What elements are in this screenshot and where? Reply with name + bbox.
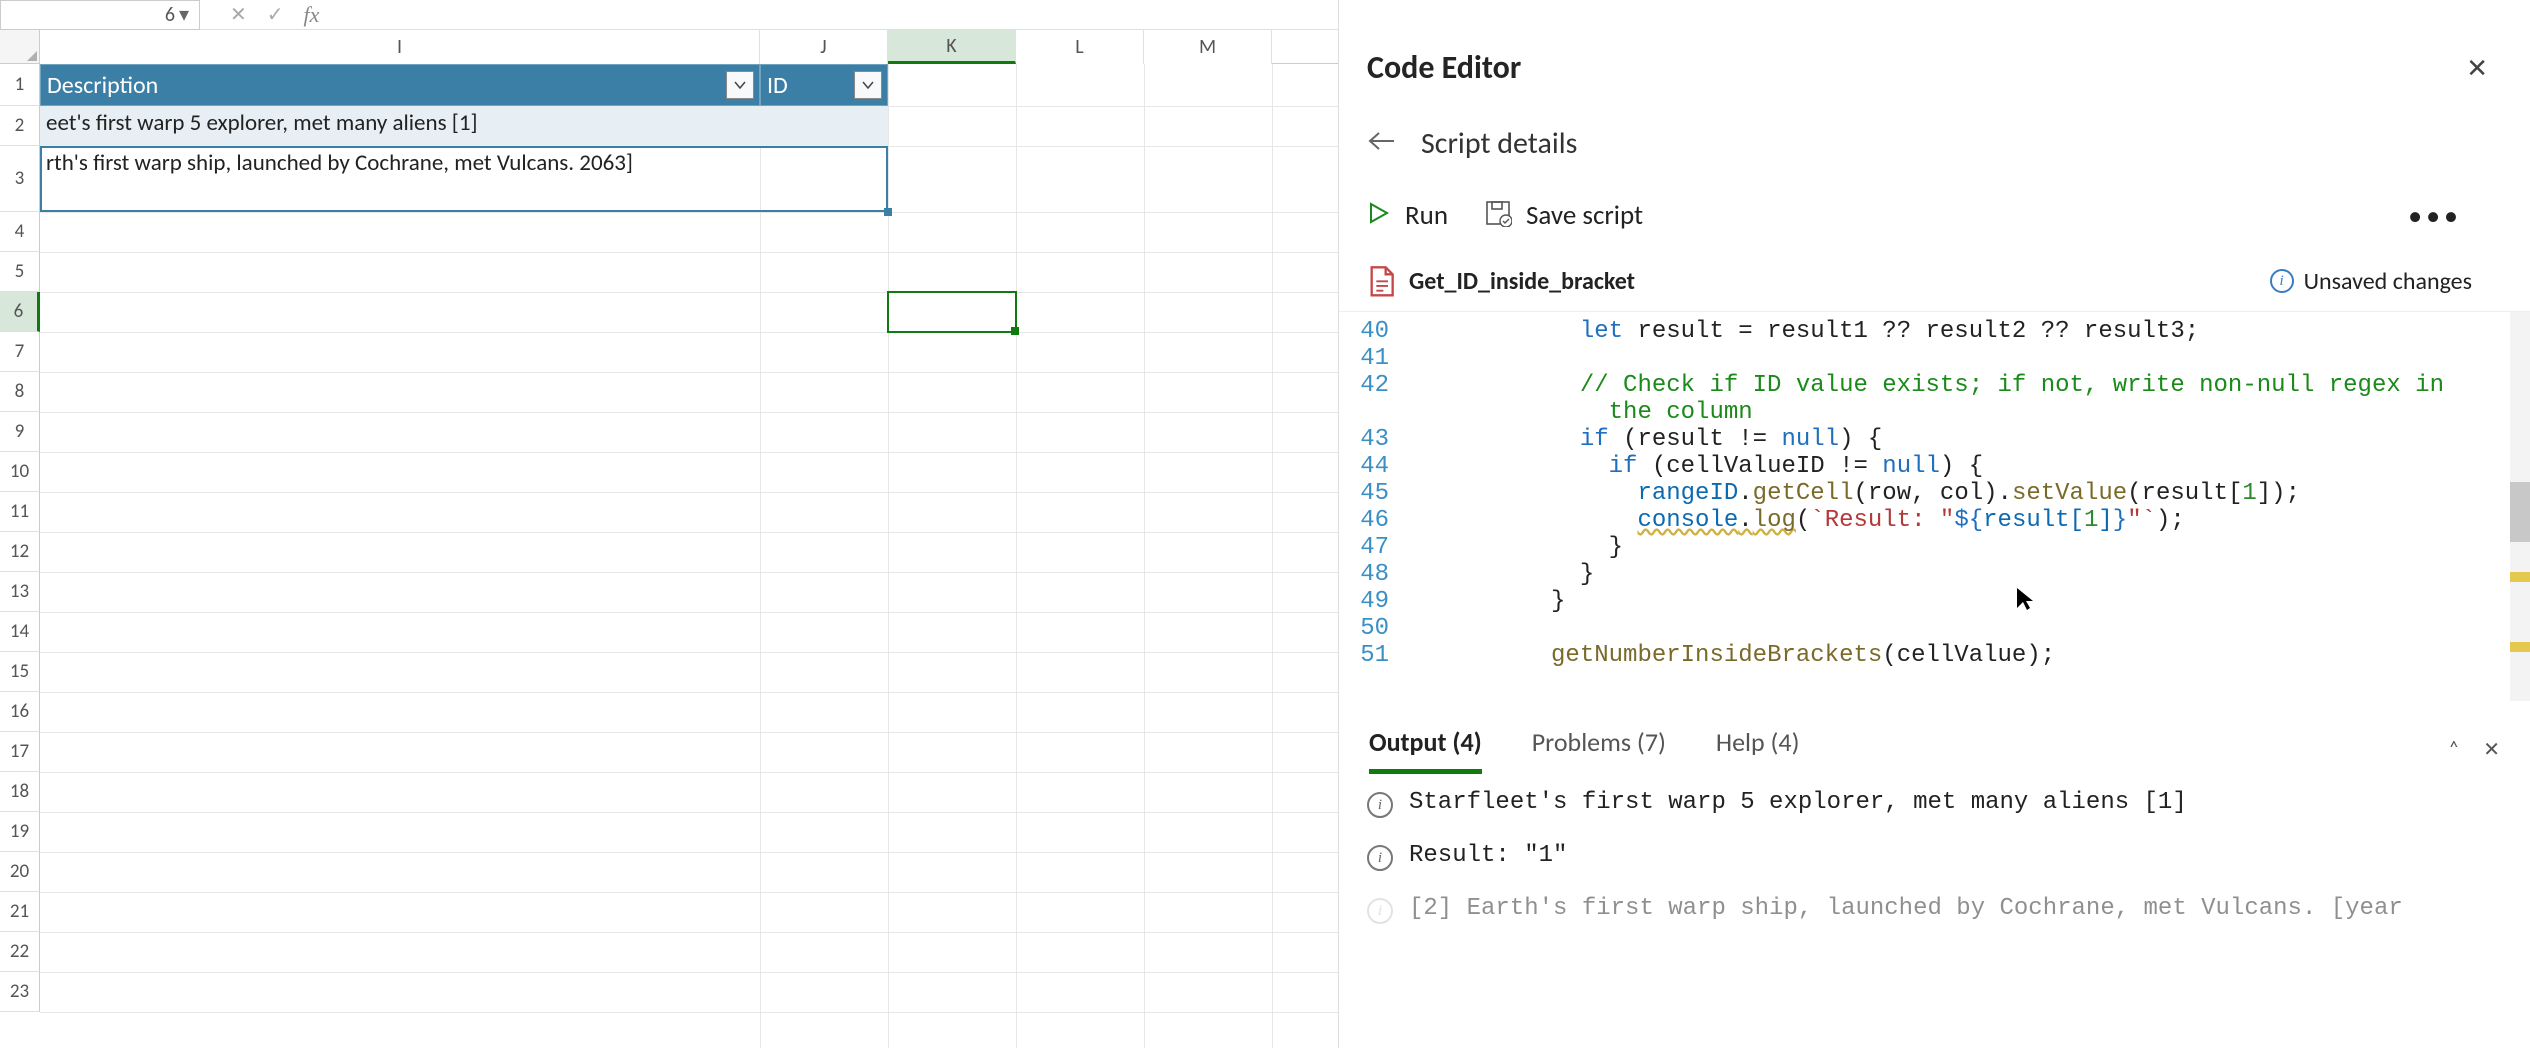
code-editor-body[interactable]: 40 let result = result1 ?? result2 ?? re… bbox=[1339, 311, 2530, 701]
row-header-14[interactable]: 14 bbox=[0, 612, 40, 652]
save-icon bbox=[1484, 199, 1512, 232]
active-cell[interactable] bbox=[887, 291, 1017, 333]
fx-icon[interactable]: fx bbox=[304, 2, 320, 28]
output-body: i Starfleet's first warp 5 explorer, met… bbox=[1339, 771, 2530, 966]
run-button[interactable]: Run bbox=[1367, 199, 1448, 232]
row-header-19[interactable]: 19 bbox=[0, 812, 40, 852]
fill-handle[interactable] bbox=[1011, 327, 1019, 335]
row-3-fill-handle[interactable] bbox=[884, 208, 892, 216]
row-header-15[interactable]: 15 bbox=[0, 652, 40, 692]
tab-problems[interactable]: Problems (7) bbox=[1532, 726, 1666, 772]
close-icon[interactable]: ✕ bbox=[2466, 52, 2488, 84]
info-icon: i bbox=[1367, 792, 1393, 818]
row-headers: 1234567891011121314151617181920212223 bbox=[0, 64, 40, 1048]
cell-description-row2-text: eet's first warp 5 explorer, met many al… bbox=[46, 109, 478, 138]
column-header-description[interactable]: Description bbox=[40, 64, 760, 106]
name-box-value: 6 bbox=[165, 3, 175, 27]
description-filter-dropdown[interactable] bbox=[726, 71, 754, 99]
row-header-6[interactable]: 6 bbox=[0, 292, 40, 332]
row-3-selection-box bbox=[40, 146, 888, 212]
cells-area[interactable]: Description ID eet's first warp 5 explor… bbox=[40, 64, 1338, 1048]
column-header-K[interactable]: K bbox=[888, 30, 1016, 64]
confirm-icon[interactable]: ✓ bbox=[267, 2, 284, 27]
info-icon: i bbox=[2270, 269, 2294, 293]
save-script-button[interactable]: Save script bbox=[1484, 199, 1643, 232]
id-filter-dropdown[interactable] bbox=[854, 71, 882, 99]
output-line: i Result: "1" bbox=[1367, 842, 2502, 871]
row-header-10[interactable]: 10 bbox=[0, 452, 40, 492]
column-headers: IJKLM bbox=[40, 30, 1338, 64]
panel-title: Code Editor bbox=[1367, 48, 1521, 87]
info-icon: i bbox=[1367, 898, 1393, 924]
collapse-output-icon[interactable]: ˄ bbox=[2449, 737, 2460, 762]
row-header-18[interactable]: 18 bbox=[0, 772, 40, 812]
output-text: Result: "1" bbox=[1409, 842, 2502, 869]
info-icon: i bbox=[1367, 845, 1393, 871]
row-header-16[interactable]: 16 bbox=[0, 692, 40, 732]
row-header-20[interactable]: 20 bbox=[0, 852, 40, 892]
cancel-icon[interactable]: ✕ bbox=[230, 2, 247, 27]
play-icon bbox=[1367, 202, 1389, 229]
column-header-I[interactable]: I bbox=[40, 30, 760, 64]
row-header-11[interactable]: 11 bbox=[0, 492, 40, 532]
spreadsheet-grid: IJKLM 1234567891011121314151617181920212… bbox=[0, 30, 1338, 1048]
row-header-8[interactable]: 8 bbox=[0, 372, 40, 412]
close-output-icon[interactable]: ✕ bbox=[2483, 737, 2500, 762]
row-header-17[interactable]: 17 bbox=[0, 732, 40, 772]
column-header-description-label: Description bbox=[47, 71, 158, 100]
name-box[interactable]: 6 ▾ bbox=[0, 0, 200, 30]
row-header-2[interactable]: 2 bbox=[0, 106, 40, 146]
output-line: i [2] Earth's first warp ship, launched … bbox=[1367, 895, 2502, 924]
column-header-M[interactable]: M bbox=[1144, 30, 1272, 64]
tab-help[interactable]: Help (4) bbox=[1716, 726, 1800, 772]
unsaved-changes-label: Unsaved changes bbox=[2304, 267, 2472, 296]
row-header-5[interactable]: 5 bbox=[0, 252, 40, 292]
select-all-cell[interactable] bbox=[0, 30, 40, 64]
tab-output[interactable]: Output (4) bbox=[1369, 726, 1482, 772]
more-options-icon[interactable]: ••• bbox=[2408, 198, 2502, 233]
output-text: [2] Earth's first warp ship, launched by… bbox=[1409, 895, 2502, 922]
save-label: Save script bbox=[1526, 199, 1643, 232]
script-details-title: Script details bbox=[1421, 125, 1577, 162]
scrollbar-marker bbox=[2510, 572, 2530, 582]
row-header-22[interactable]: 22 bbox=[0, 932, 40, 972]
code-scrollbar[interactable] bbox=[2510, 312, 2530, 701]
column-header-L[interactable]: L bbox=[1016, 30, 1144, 64]
row-header-12[interactable]: 12 bbox=[0, 532, 40, 572]
row-header-4[interactable]: 4 bbox=[0, 212, 40, 252]
output-tabs: Output (4) Problems (7) Help (4) ˄ ✕ bbox=[1339, 701, 2530, 771]
row-header-3[interactable]: 3 bbox=[0, 146, 40, 212]
column-header-J[interactable]: J bbox=[760, 30, 888, 64]
run-label: Run bbox=[1405, 199, 1448, 232]
scrollbar-marker bbox=[2510, 642, 2530, 652]
row-header-23[interactable]: 23 bbox=[0, 972, 40, 1012]
name-box-dropdown-icon[interactable]: ▾ bbox=[175, 2, 193, 27]
script-file-name: Get_ID_inside_bracket bbox=[1409, 267, 1635, 296]
script-file-icon bbox=[1367, 265, 1395, 297]
output-line: i Starfleet's first warp 5 explorer, met… bbox=[1367, 789, 2502, 818]
scrollbar-thumb[interactable] bbox=[2510, 482, 2530, 542]
column-header-id-label: ID bbox=[767, 71, 788, 100]
row-header-7[interactable]: 7 bbox=[0, 332, 40, 372]
output-text: Starfleet's first warp 5 explorer, met m… bbox=[1409, 789, 2502, 816]
code-editor-panel: Code Editor ✕ Script details Run Sa bbox=[1338, 0, 2530, 1048]
back-arrow-icon[interactable] bbox=[1367, 131, 1395, 156]
row-header-13[interactable]: 13 bbox=[0, 572, 40, 612]
row-header-1[interactable]: 1 bbox=[0, 64, 40, 106]
row-header-21[interactable]: 21 bbox=[0, 892, 40, 932]
cell-description-row2[interactable]: eet's first warp 5 explorer, met many al… bbox=[40, 106, 760, 146]
row-header-9[interactable]: 9 bbox=[0, 412, 40, 452]
